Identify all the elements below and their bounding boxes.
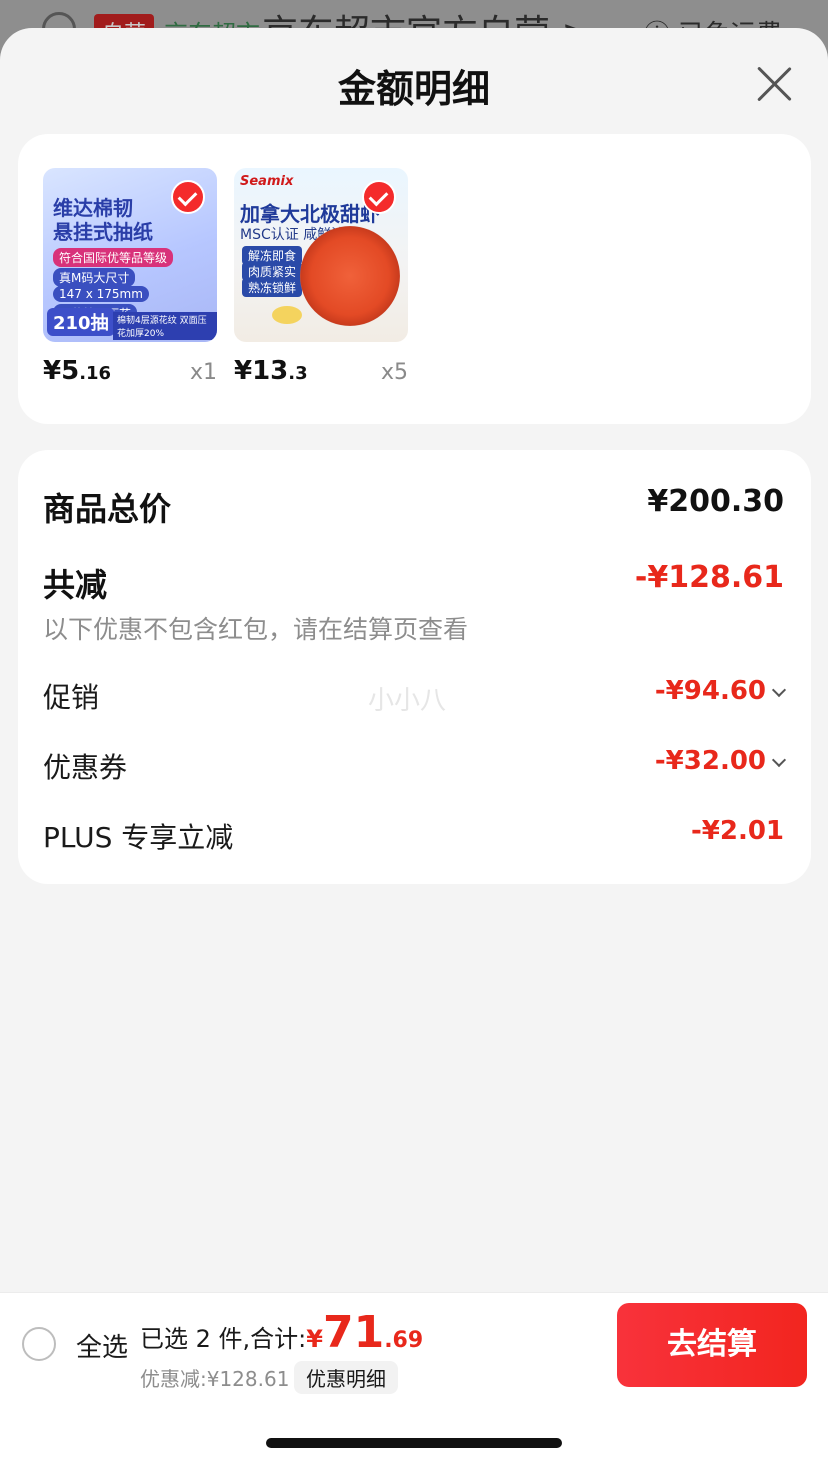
product-image[interactable]: Seamix 加拿大北极甜虾 MSC认证 咸鲜清甜 解冻即食 肉质紧实 熟冻锁鲜 — [234, 168, 408, 342]
total-amount: 71 — [322, 1307, 385, 1358]
product-image-standard: 符合国际优等品等级 — [53, 248, 174, 267]
product-image-bottom-text: 棉韧4层源花纹 双面压花加厚20% — [113, 312, 217, 340]
product-price: ¥5.16 — [43, 356, 112, 386]
select-all-radio[interactable] — [22, 1327, 56, 1361]
total-reduce-label: 共减 — [43, 566, 108, 604]
coupon-label: 优惠券 — [43, 751, 128, 784]
product-image-feature: 147 x 175mm — [53, 286, 149, 302]
product-price: ¥13.3 — [234, 356, 308, 386]
product-item[interactable]: 维达棉韧 悬挂式抽纸 符合国际优等品等级 真M码大尺寸 147 x 175mm … — [43, 168, 217, 386]
product-image-headline: 加拿大北极甜虾 — [240, 202, 380, 226]
total-price-value: ¥200.30 — [647, 484, 784, 519]
home-area — [0, 1394, 828, 1466]
sheet-title: 金额明细 — [337, 67, 490, 111]
chevron-down-icon — [771, 682, 787, 697]
product-image[interactable]: 维达棉韧 悬挂式抽纸 符合国际优等品等级 真M码大尺寸 147 x 175mm … — [43, 168, 217, 342]
chevron-down-icon — [771, 752, 787, 767]
checkout-bar: 全选 已选 2 件,合计:¥71.69 优惠减:¥128.61 优惠明细 去结算 — [0, 1292, 828, 1394]
total-summary: 已选 2 件,合计:¥71.69 — [140, 1307, 424, 1358]
product-qty: x5 — [380, 360, 408, 385]
price-summary-card: 商品总价 ¥200.30 共减 -¥128.61 以下优惠不包含红包，请在结算页… — [18, 450, 811, 884]
select-all-label[interactable]: 全选 — [76, 1327, 128, 1364]
page: 自营 京东超市 京东超市官方自营 > ⓘ 已免运费 金额明细 维达棉韧 悬挂式抽… — [0, 0, 828, 1466]
total-reduce-value: -¥128.61 — [634, 560, 784, 595]
close-icon[interactable] — [754, 64, 794, 104]
lemon-image — [272, 306, 302, 324]
amount-detail-sheet: 金额明细 维达棉韧 悬挂式抽纸 符合国际优等品等级 真M码大尺寸 147 x 1… — [0, 28, 828, 1466]
product-image-count: 210抽 — [47, 308, 115, 336]
plus-discount-value: -¥2.01 — [690, 816, 784, 846]
coupon-value: -¥32.00 — [655, 746, 787, 776]
home-indicator[interactable] — [266, 1438, 562, 1448]
product-item[interactable]: Seamix 加拿大北极甜虾 MSC认证 咸鲜清甜 解冻即食 肉质紧实 熟冻锁鲜… — [234, 168, 408, 386]
watermark: 小小八 — [368, 686, 447, 716]
selected-check-icon[interactable] — [171, 180, 205, 214]
product-image-headline: 维达棉韧 悬挂式抽纸 — [53, 196, 153, 244]
discount-amount: 优惠减:¥128.61 — [140, 1367, 290, 1391]
selected-check-icon[interactable] — [362, 180, 396, 214]
promotion-label: 促销 — [43, 681, 100, 714]
product-image-pill: 熟冻锁鲜 — [242, 278, 303, 297]
discount-note: 以下优惠不包含红包，请在结算页查看 — [43, 615, 469, 644]
plus-discount-label: PLUS 专享立减 — [43, 821, 234, 854]
shrimp-plate-image — [300, 226, 400, 326]
product-qty: x1 — [189, 360, 217, 385]
checkout-button[interactable]: 去结算 — [617, 1303, 807, 1387]
total-price-label: 商品总价 — [43, 490, 172, 528]
products-card: 维达棉韧 悬挂式抽纸 符合国际优等品等级 真M码大尺寸 147 x 175mm … — [18, 134, 811, 424]
product-image-feature: 真M码大尺寸 — [53, 268, 136, 287]
brand-logo: Seamix — [240, 174, 294, 189]
discount-detail-button[interactable]: 优惠明细 — [294, 1361, 398, 1394]
promotion-value: -¥94.60 — [655, 676, 787, 706]
